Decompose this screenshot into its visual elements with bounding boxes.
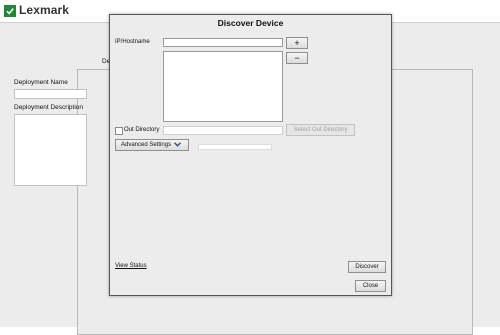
out-directory-checkbox[interactable] bbox=[115, 127, 123, 135]
lexmark-logo: Lexmark bbox=[4, 3, 69, 17]
add-host-button[interactable]: + bbox=[286, 37, 308, 49]
select-out-directory-label: Select Out Directory bbox=[293, 127, 348, 133]
discover-device-dialog: Discover Device IP/Hostname + − Out Dire… bbox=[109, 14, 392, 296]
deployment-name-label: Deployment Name bbox=[14, 79, 68, 86]
deployment-description-label: Deployment Description bbox=[14, 104, 84, 111]
progress-track bbox=[198, 144, 272, 150]
out-directory-label: Out Directory bbox=[124, 127, 160, 133]
view-status-link[interactable]: View Status bbox=[115, 263, 147, 269]
lexmark-logo-icon bbox=[4, 4, 16, 17]
out-directory-input[interactable] bbox=[163, 126, 283, 135]
discover-label: Discover bbox=[355, 264, 379, 270]
dialog-title: Discover Device bbox=[217, 18, 284, 28]
advanced-settings-button[interactable]: Advanced Settings bbox=[115, 139, 189, 151]
ip-hostname-input[interactable] bbox=[163, 38, 283, 47]
deployment-name-input[interactable] bbox=[14, 89, 87, 99]
close-button[interactable]: Close bbox=[355, 280, 386, 292]
deployment-description-textarea[interactable] bbox=[14, 114, 87, 186]
discover-button[interactable]: Discover bbox=[348, 261, 386, 273]
minus-icon: − bbox=[294, 52, 300, 63]
logo-text: Lexmark bbox=[19, 3, 70, 17]
chevron-down-icon bbox=[174, 141, 182, 149]
select-out-directory-button[interactable]: Select Out Directory bbox=[286, 124, 355, 136]
close-label: Close bbox=[362, 283, 379, 289]
plus-icon: + bbox=[294, 37, 300, 48]
advanced-settings-label: Advanced Settings bbox=[121, 142, 172, 148]
ip-hostname-label: IP/Hostname bbox=[115, 39, 150, 45]
remove-host-button[interactable]: − bbox=[286, 52, 308, 64]
host-list[interactable] bbox=[163, 51, 283, 122]
